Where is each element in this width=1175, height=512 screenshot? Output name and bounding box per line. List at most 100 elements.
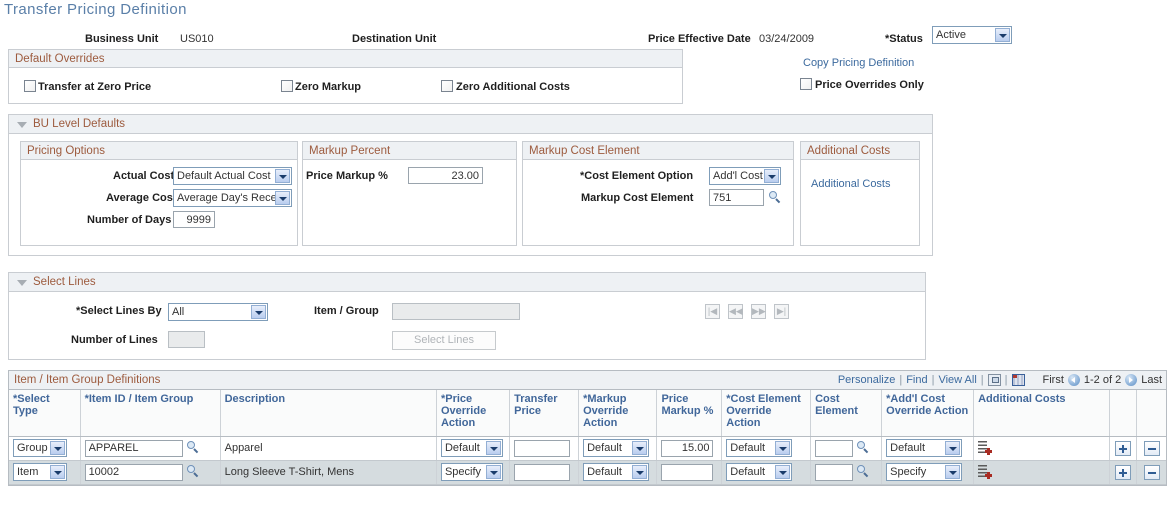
collapse-triangle-icon[interactable] bbox=[17, 280, 27, 286]
add-row-button[interactable] bbox=[1115, 440, 1132, 456]
cell-select-type: Group bbox=[9, 436, 81, 461]
transfer-at-zero-price-checkbox-wrap[interactable]: Transfer at Zero Price bbox=[24, 80, 151, 93]
table-row: Item Long Sleeve T-Shirt, Mens Specify bbox=[9, 460, 1166, 485]
col-add-row bbox=[1109, 390, 1138, 437]
cost-element-input[interactable] bbox=[815, 439, 854, 457]
zero-markup-checkbox-wrap[interactable]: Zero Markup bbox=[281, 80, 361, 93]
new-window-icon[interactable] bbox=[987, 374, 1001, 386]
price-override-action-select[interactable]: Specify bbox=[440, 463, 503, 481]
separator: | bbox=[899, 374, 903, 386]
pricing-options-title: Pricing Options bbox=[21, 142, 297, 160]
cost-element-lookup-icon[interactable] bbox=[856, 464, 870, 478]
cost-element-option-select[interactable]: Add'l Cost bbox=[709, 167, 781, 185]
separator: | bbox=[1004, 374, 1008, 386]
find-link[interactable]: Find bbox=[906, 374, 927, 386]
price-markup-percent-input[interactable] bbox=[661, 439, 714, 457]
cell-cost-element bbox=[810, 436, 883, 461]
chevron-down-icon bbox=[485, 441, 501, 455]
previous-record-icon[interactable]: ◀◀ bbox=[728, 304, 743, 319]
transfer-price-input[interactable] bbox=[514, 439, 571, 457]
zero-markup-checkbox[interactable] bbox=[281, 80, 293, 92]
remove-row-button[interactable] bbox=[1143, 440, 1160, 456]
select-lines-section-header[interactable]: Select Lines bbox=[8, 272, 926, 292]
separator: | bbox=[931, 374, 935, 386]
select-type-select[interactable]: Group bbox=[13, 439, 67, 457]
transfer-price-input[interactable] bbox=[514, 463, 571, 481]
cell-additional-costs bbox=[973, 460, 1110, 485]
col-addl-cost-override-action: *Add'l Cost Override Action bbox=[881, 390, 975, 437]
chevron-down-icon bbox=[995, 28, 1010, 42]
separator: | bbox=[980, 374, 984, 386]
item-group-input[interactable] bbox=[392, 303, 520, 320]
zero-markup-label: Zero Markup bbox=[295, 81, 362, 93]
add-additional-costs-icon[interactable] bbox=[978, 465, 993, 479]
average-cost-select[interactable]: Average Day's Receipt bbox=[173, 189, 292, 207]
item-id-lookup-icon[interactable] bbox=[186, 440, 200, 454]
collapse-triangle-icon[interactable] bbox=[17, 122, 27, 128]
cost-element-override-action-select[interactable]: Default bbox=[726, 463, 793, 481]
actual-cost-select-value: Default Actual Cost bbox=[177, 170, 271, 182]
transfer-at-zero-price-checkbox[interactable] bbox=[24, 80, 36, 92]
grid-title: Item / Item Group Definitions bbox=[14, 374, 161, 386]
copy-pricing-definition-link[interactable]: Copy Pricing Definition bbox=[803, 57, 914, 69]
table-header-row: *Select Type *Item ID / Item Group Descr… bbox=[9, 390, 1166, 437]
download-grid-icon[interactable] bbox=[1011, 374, 1025, 386]
item-id-input[interactable] bbox=[84, 463, 183, 481]
col-transfer-price: Transfer Price bbox=[509, 390, 580, 437]
item-item-group-definitions-grid: Item / Item Group Definitions Personaliz… bbox=[8, 370, 1167, 486]
additional-costs-link[interactable]: Additional Costs bbox=[811, 178, 891, 190]
pager-last-label[interactable]: Last bbox=[1141, 374, 1162, 386]
col-item-id-item-group: *Item ID / Item Group bbox=[80, 390, 221, 437]
chevron-down-icon bbox=[945, 465, 961, 479]
price-markup-percent-input[interactable] bbox=[661, 463, 714, 481]
default-overrides-group: Default Overrides Transfer at Zero Price… bbox=[8, 49, 683, 104]
number-of-lines-input[interactable] bbox=[168, 331, 205, 348]
last-record-icon[interactable]: ▶| bbox=[774, 304, 789, 319]
item-id-lookup-icon[interactable] bbox=[186, 464, 200, 478]
cost-element-override-action-select[interactable]: Default bbox=[726, 439, 793, 457]
next-record-icon[interactable]: ▶▶ bbox=[751, 304, 766, 319]
addl-cost-override-action-select[interactable]: Specify bbox=[886, 463, 963, 481]
zero-additional-costs-checkbox[interactable] bbox=[441, 80, 453, 92]
chevron-down-icon bbox=[251, 305, 266, 319]
zero-additional-costs-checkbox-wrap[interactable]: Zero Additional Costs bbox=[441, 80, 570, 93]
select-lines-by-select[interactable]: All bbox=[168, 303, 268, 321]
select-lines-button[interactable]: Select Lines bbox=[392, 331, 496, 350]
price-override-action-select[interactable]: Default bbox=[440, 439, 503, 457]
cost-element-lookup-icon[interactable] bbox=[856, 440, 870, 454]
pager-first-label[interactable]: First bbox=[1043, 374, 1064, 386]
add-row-button[interactable] bbox=[1115, 464, 1132, 480]
price-overrides-only-checkbox[interactable] bbox=[800, 78, 812, 90]
cost-element-input[interactable] bbox=[815, 463, 854, 481]
transfer-at-zero-price-label: Transfer at Zero Price bbox=[38, 81, 152, 93]
markup-override-action-select[interactable]: Default bbox=[583, 439, 650, 457]
price-overrides-only-checkbox-wrap[interactable]: Price Overrides Only bbox=[800, 78, 924, 91]
markup-cost-element-group: Markup Cost Element *Cost Element Option… bbox=[522, 141, 794, 246]
markup-override-action-select[interactable]: Default bbox=[583, 463, 650, 481]
cell-transfer-price bbox=[509, 436, 580, 461]
pager-next-icon[interactable] bbox=[1125, 374, 1138, 386]
add-additional-costs-icon[interactable] bbox=[978, 441, 993, 455]
select-type-select[interactable]: Item bbox=[13, 463, 67, 481]
cell-item-id bbox=[80, 460, 221, 485]
number-of-lines-label: Number of Lines bbox=[71, 334, 158, 346]
first-record-icon[interactable]: |◀ bbox=[705, 304, 720, 319]
markup-cost-element-lookup-icon[interactable] bbox=[768, 190, 782, 204]
markup-cost-element-input[interactable] bbox=[709, 189, 764, 206]
status-select[interactable]: Active bbox=[932, 26, 1012, 44]
addl-cost-override-action-select[interactable]: Default bbox=[886, 439, 963, 457]
col-markup-override-action: *Markup Override Action bbox=[578, 390, 658, 437]
chevron-down-icon bbox=[945, 441, 961, 455]
personalize-link[interactable]: Personalize bbox=[838, 374, 895, 386]
remove-row-button[interactable] bbox=[1143, 464, 1160, 480]
cell-remove-row bbox=[1136, 460, 1166, 485]
col-price-markup-percent: Price Markup % bbox=[656, 390, 723, 437]
number-of-days-input[interactable] bbox=[173, 211, 215, 228]
chevron-down-icon bbox=[275, 169, 290, 183]
price-markup-percent-input[interactable] bbox=[408, 167, 483, 184]
actual-cost-select[interactable]: Default Actual Cost bbox=[173, 167, 292, 185]
item-id-input[interactable] bbox=[84, 439, 183, 457]
view-all-link[interactable]: View All bbox=[938, 374, 976, 386]
pager-previous-icon[interactable] bbox=[1067, 374, 1080, 386]
bu-level-defaults-section-header[interactable]: BU Level Defaults bbox=[8, 114, 933, 134]
